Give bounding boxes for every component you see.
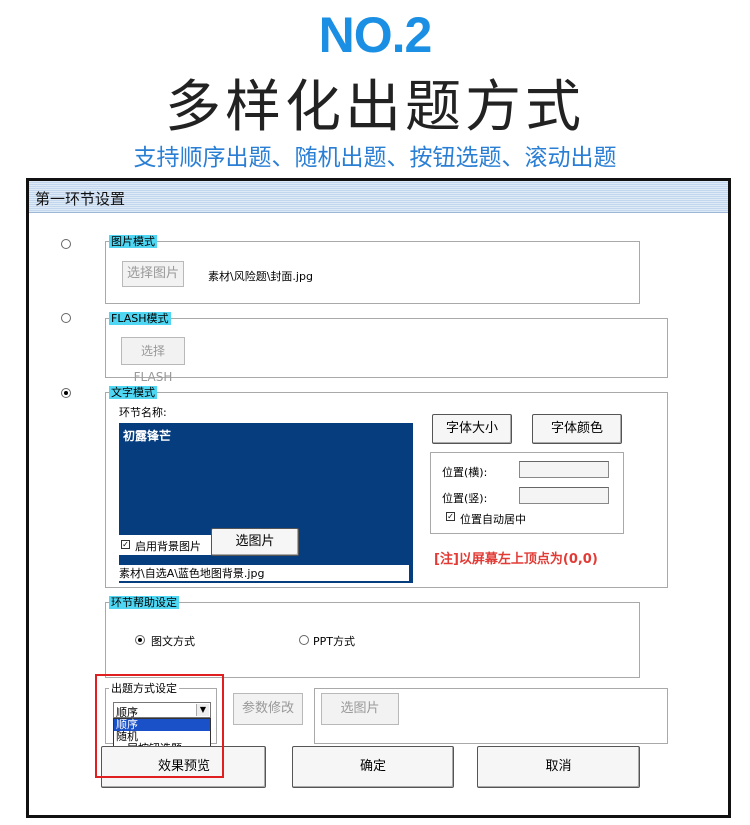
cancel-button[interactable]: 取消: [477, 746, 640, 788]
bg-checkbox-row: ✓ 启用背景图片: [119, 535, 213, 555]
picture-mode-group: [105, 241, 640, 304]
select-picture-button[interactable]: 选择图片: [122, 261, 184, 287]
pos-y-input[interactable]: [519, 487, 609, 504]
flash-mode-legend: FLASH模式: [109, 312, 171, 325]
pos-y-label: 位置(竖):: [442, 492, 488, 505]
pos-x-input[interactable]: [519, 461, 609, 478]
promo-title: 多样化出题方式: [165, 75, 585, 140]
title-preview: 初露锋芒: [119, 423, 413, 583]
bg-image-path: 素材\自选A\蓝色地图背景.jpg: [119, 565, 409, 581]
picture-mode-legend: 图片模式: [109, 235, 157, 248]
bg-checkbox-label: 启用背景图片: [135, 540, 201, 553]
bg-checkbox[interactable]: ✓: [121, 540, 130, 549]
settings-dialog: 第一环节设置 图片模式 选择图片 素材\风险题\封面.jpg FLASH模式 选…: [26, 178, 731, 818]
auto-center-label: 位置自动居中: [460, 513, 526, 526]
dialog-title: 第一环节设置: [35, 190, 126, 208]
auto-center-checkbox[interactable]: ✓: [446, 512, 455, 521]
coordinate-note: [注]以屏幕左上顶点为(0,0): [434, 552, 598, 567]
radio-image-text[interactable]: [135, 635, 145, 645]
radio-flash-mode[interactable]: [61, 313, 71, 323]
image-text-label: 图文方式: [151, 635, 195, 648]
flash-mode-group: [105, 318, 668, 378]
highlight-frame: [95, 674, 224, 778]
param-edit-button[interactable]: 参数修改: [233, 693, 303, 725]
section-name-label: 环节名称:: [119, 406, 167, 419]
select-flash-button[interactable]: 选择FLASH: [121, 337, 185, 384]
help-legend: 环节帮助设定: [109, 596, 179, 609]
radio-ppt[interactable]: [299, 635, 309, 645]
font-color-button[interactable]: 字体颜色: [532, 414, 622, 444]
picture-path: 素材\风险题\封面.jpg: [208, 270, 313, 283]
question-pick-image-button[interactable]: 选图片: [321, 693, 399, 725]
preview-text: 初露锋芒: [123, 429, 172, 443]
promo-subtitle: 支持顺序出题、随机出题、按钮选题、滚动出题: [133, 145, 617, 171]
radio-text-mode[interactable]: [61, 388, 71, 398]
dialog-titlebar[interactable]: 第一环节设置: [29, 181, 728, 213]
ok-button[interactable]: 确定: [292, 746, 454, 788]
promo-number: NO.2: [318, 7, 433, 63]
radio-picture-mode[interactable]: [61, 239, 71, 249]
pick-bg-image-button[interactable]: 选图片: [211, 528, 299, 556]
pos-x-label: 位置(横):: [442, 466, 488, 479]
font-size-button[interactable]: 字体大小: [432, 414, 512, 444]
ppt-label: PPT方式: [313, 635, 355, 648]
text-mode-legend: 文字模式: [109, 386, 157, 399]
